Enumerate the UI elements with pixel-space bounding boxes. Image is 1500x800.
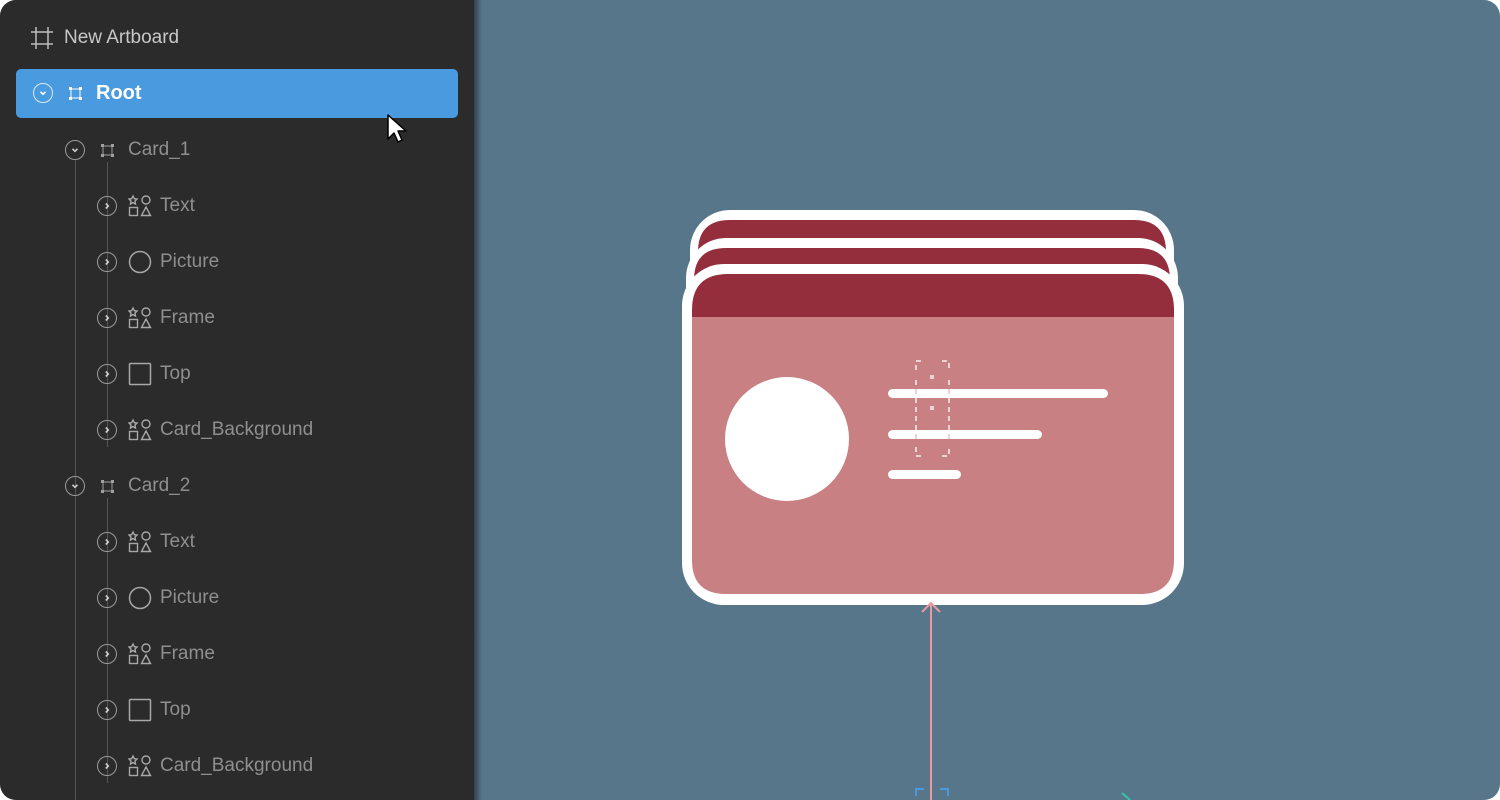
layer-label: Text [160, 531, 195, 552]
chevron-down-icon[interactable] [65, 476, 85, 496]
card-front[interactable] [682, 264, 1184, 605]
group-icon [101, 480, 114, 498]
pivot-guide[interactable] [915, 601, 1131, 800]
panel-divider [474, 0, 482, 800]
shapes-icon [127, 194, 152, 223]
layer-row-top[interactable]: Top [0, 695, 474, 725]
layer-label: Card_Background [160, 755, 314, 776]
card-text-line-2 [888, 430, 1042, 439]
layer-row-root[interactable]: Root [16, 69, 458, 118]
layer-row-frame[interactable]: Frame [0, 639, 474, 669]
app-window: New Artboard Root Card_1 Text Picture Frame… [0, 0, 1500, 800]
shapes-icon [127, 754, 152, 783]
rectangle-icon [128, 698, 152, 727]
chevron-right-icon[interactable] [97, 308, 117, 328]
layer-row-picture[interactable]: Picture [0, 583, 474, 613]
chevron-right-icon[interactable] [97, 532, 117, 552]
layer-label: Frame [160, 307, 215, 328]
card-text-line-1 [888, 389, 1108, 398]
design-canvas[interactable] [482, 0, 1500, 800]
chevron-right-icon[interactable] [97, 420, 117, 440]
layer-row-card-background[interactable]: Card_Background [0, 415, 474, 445]
chevron-right-icon[interactable] [97, 588, 117, 608]
chevron-down-icon[interactable] [65, 140, 85, 160]
card-text-line-3 [888, 470, 961, 479]
layer-row-text[interactable]: Text [0, 527, 474, 557]
chevron-down-icon[interactable] [33, 83, 53, 103]
artboard-row[interactable]: New Artboard [30, 25, 179, 51]
ellipse-icon [128, 586, 152, 615]
layer-label: Top [160, 699, 191, 720]
shapes-icon [127, 306, 152, 335]
layer-row-group[interactable]: Card_2 [0, 471, 474, 501]
group-label: Card_2 [128, 475, 191, 496]
chevron-right-icon[interactable] [97, 756, 117, 776]
mouse-cursor-icon [386, 113, 408, 150]
shapes-icon [127, 530, 152, 559]
layer-label: Frame [160, 643, 215, 664]
rectangle-icon [128, 362, 152, 391]
layer-row-picture[interactable]: Picture [0, 247, 474, 277]
layer-label: Picture [160, 251, 220, 272]
group-label: Card_1 [128, 139, 191, 160]
chevron-right-icon[interactable] [97, 252, 117, 272]
layer-label: Card_Background [160, 419, 314, 440]
chevron-right-icon[interactable] [97, 364, 117, 384]
shapes-icon [127, 418, 152, 447]
artboard-label: New Artboard [64, 27, 180, 48]
layer-label: Picture [160, 587, 220, 608]
chevron-right-icon[interactable] [97, 196, 117, 216]
artboard-icon [30, 26, 54, 50]
chevron-right-icon[interactable] [97, 700, 117, 720]
shapes-icon [127, 642, 152, 671]
chevron-right-icon[interactable] [97, 644, 117, 664]
card-picture [725, 377, 849, 501]
layer-label: Text [160, 195, 195, 216]
ellipse-icon [128, 250, 152, 279]
group-icon [101, 144, 114, 162]
layer-row-frame[interactable]: Frame [0, 303, 474, 333]
layer-row-card-background[interactable]: Card_Background [0, 751, 474, 781]
group-icon [69, 87, 82, 105]
layer-row-top[interactable]: Top [0, 359, 474, 389]
layer-label: Top [160, 363, 191, 384]
layer-row-text[interactable]: Text [0, 191, 474, 221]
root-label: Root [96, 82, 142, 104]
